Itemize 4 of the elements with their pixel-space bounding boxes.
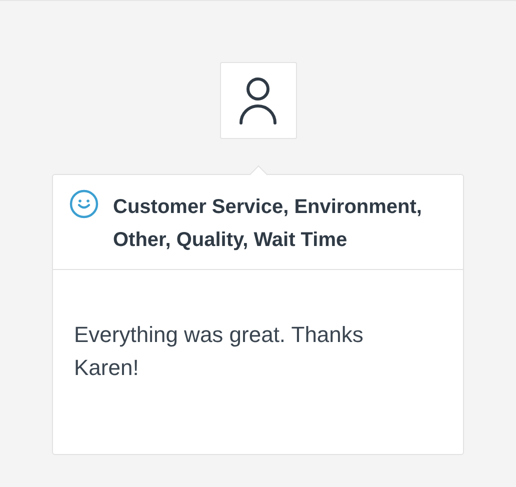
person-icon <box>238 76 278 124</box>
review-categories: Customer Service, Environment, Other, Quality, Wait Time <box>113 195 423 253</box>
review-comment: Everything was great. Thanks Karen! <box>73 321 364 382</box>
smiley-icon <box>69 189 99 219</box>
